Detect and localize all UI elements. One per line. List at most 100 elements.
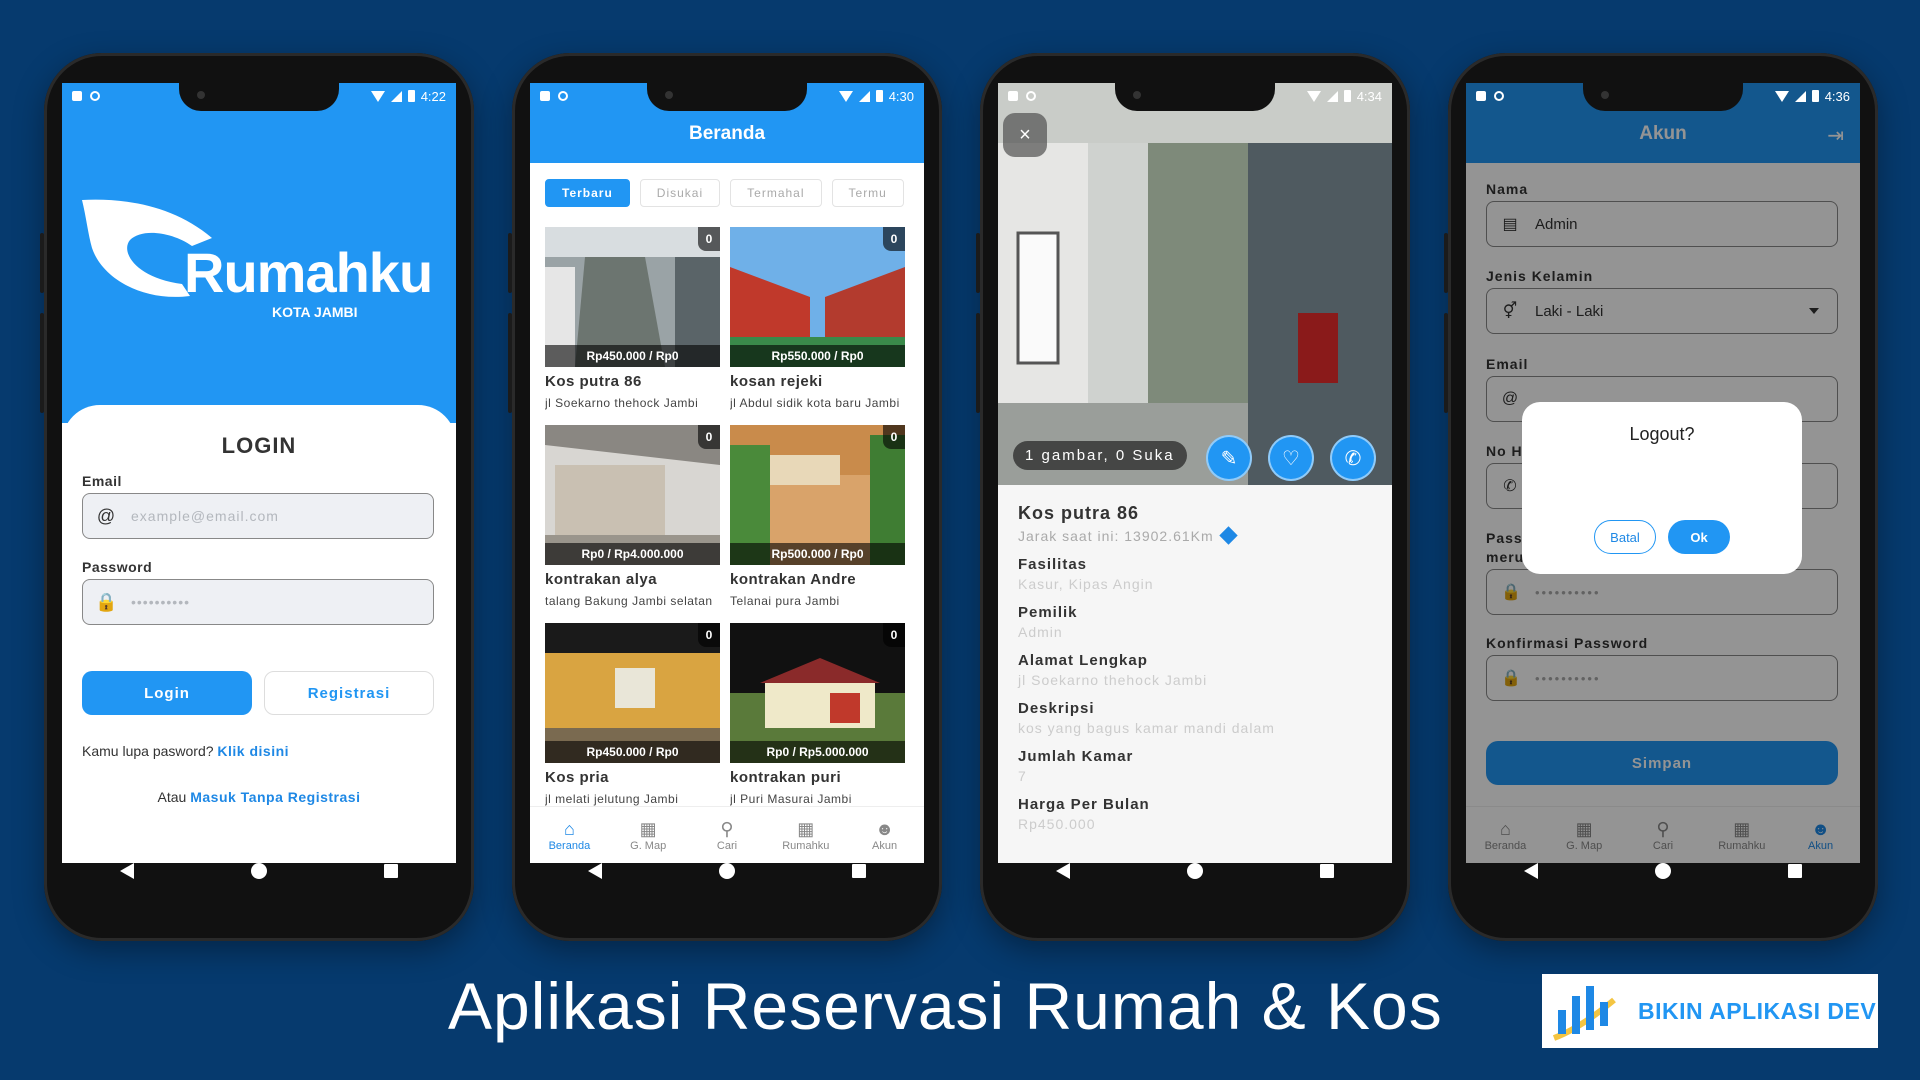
listing-address: jl Soekarno thehock Jambi <box>545 396 699 410</box>
sim-icon <box>1476 91 1486 101</box>
sync-icon <box>1494 91 1504 101</box>
password-label: Password <box>82 559 153 575</box>
like-button[interactable]: ♡ <box>1268 435 1314 481</box>
logout-dialog: Logout? Batal Ok <box>1522 402 1802 574</box>
harga-label: Harga Per Bulan <box>1018 796 1150 813</box>
alamat-value: jl Soekarno thehock Jambi <box>1018 672 1208 688</box>
forgot-prefix: Kamu lupa pasword? <box>82 743 214 759</box>
back-icon[interactable] <box>588 863 603 879</box>
building-icon: ▦ <box>797 819 815 839</box>
chip-termurah[interactable]: Termu <box>831 179 904 207</box>
listing-price: Rp450.000 / Rp0 <box>545 741 720 763</box>
battery-icon <box>1343 90 1351 102</box>
guest-login: Atau Masuk Tanpa Registrasi <box>62 789 456 805</box>
recents-icon[interactable] <box>851 864 866 878</box>
sim-icon <box>540 91 550 101</box>
listing-price: Rp550.000 / Rp0 <box>730 345 905 367</box>
close-button[interactable]: × <box>1003 113 1047 157</box>
account-icon: ☻ <box>875 819 895 839</box>
like-count: 0 <box>883 623 905 647</box>
phone-icon: ✆ <box>1344 447 1362 470</box>
listing-address: talang Bakung Jambi selatan <box>545 594 713 608</box>
camera-notch <box>1115 83 1275 111</box>
chip-terbaru[interactable]: Terbaru <box>545 179 630 207</box>
guest-login-link[interactable]: Masuk Tanpa Registrasi <box>190 789 360 805</box>
listing-address: jl melati jelutung Jambi <box>545 792 679 806</box>
guest-prefix: Atau <box>157 789 187 805</box>
like-count: 0 <box>698 425 720 449</box>
home-icon[interactable] <box>1186 863 1203 879</box>
listing-photo: Rp0 / Rp4.000.000 0 <box>545 425 720 565</box>
listing-card[interactable]: Rp550.000 / Rp0 0 kosan rejeki jl Abdul … <box>730 227 905 425</box>
chip-termahal[interactable]: Termahal <box>730 179 822 207</box>
listing-name: Kos pria <box>545 769 610 786</box>
status-time: 4:30 <box>888 88 914 104</box>
recents-icon[interactable] <box>1319 864 1334 878</box>
forgot-password: Kamu lupa pasword? Klik disini <box>82 743 289 759</box>
login-button[interactable]: Login <box>82 671 252 715</box>
listing-card[interactable]: Rp450.000 / Rp0 0 Kos pria jl melati jel… <box>545 623 720 821</box>
sim-icon <box>1008 91 1018 101</box>
listing-photo: Rp500.000 / Rp0 0 <box>730 425 905 565</box>
pemilik-value: Admin <box>1018 624 1063 640</box>
recents-icon[interactable] <box>383 864 398 878</box>
call-button[interactable]: ✆ <box>1330 435 1376 481</box>
battery-icon <box>875 90 883 102</box>
system-navbar <box>530 841 924 901</box>
sync-icon <box>90 91 100 101</box>
edit-button[interactable]: ✎ <box>1206 435 1252 481</box>
phone-beranda: 4:30 Beranda Terbaru Disukai Termahal Te… <box>508 53 942 941</box>
email-input[interactable]: @ example@email.com <box>82 493 434 539</box>
password-placeholder: •••••••••• <box>131 594 191 610</box>
sim-icon <box>72 91 82 101</box>
listing-name: kontrakan puri <box>730 769 842 786</box>
search-icon: ⚲ <box>720 819 734 839</box>
listing-card[interactable]: Rp500.000 / Rp0 0 kontrakan Andre Telana… <box>730 425 905 623</box>
beranda-screen: 4:30 Beranda Terbaru Disukai Termahal Te… <box>530 83 924 863</box>
listing-address: jl Abdul sidik kota baru Jambi <box>730 396 900 410</box>
listing-card[interactable]: Rp0 / Rp5.000.000 0 kontrakan puri jl Pu… <box>730 623 905 821</box>
distance-value: Jarak saat ini: 13902.61Km <box>1018 528 1214 544</box>
listing-card[interactable]: Rp0 / Rp4.000.000 0 kontrakan alya talan… <box>545 425 720 623</box>
listing-card[interactable]: Rp450.000 / Rp0 0 Kos putra 86 jl Soekar… <box>545 227 720 425</box>
system-navbar <box>1466 841 1860 901</box>
listing-price: Rp0 / Rp4.000.000 <box>545 543 720 565</box>
filter-chips: Terbaru Disukai Termahal Termu <box>545 179 904 207</box>
listing-price: Rp500.000 / Rp0 <box>730 543 905 565</box>
listing-address: Telanai pura Jambi <box>730 594 840 608</box>
property-photo[interactable]: 4:34 × 1 gambar, 0 Suka ✎ ♡ ✆ <box>998 83 1392 485</box>
home-icon[interactable] <box>1654 863 1671 879</box>
camera-notch <box>647 83 807 111</box>
cancel-button[interactable]: Batal <box>1594 520 1656 554</box>
wifi-icon <box>838 90 853 102</box>
back-icon[interactable] <box>1056 863 1071 879</box>
back-icon[interactable] <box>120 863 135 879</box>
page-title: Beranda <box>688 123 766 144</box>
home-icon[interactable] <box>250 863 267 879</box>
status-time: 4:36 <box>1824 88 1850 104</box>
email-label: Email <box>82 473 122 489</box>
jumlah-kamar-value: 7 <box>1018 768 1027 784</box>
lock-icon: 🔒 <box>95 591 118 612</box>
signal-icon <box>858 90 870 102</box>
camera-notch <box>179 83 339 111</box>
headline: Aplikasi Reservasi Rumah & Kos <box>448 969 1443 1043</box>
back-icon[interactable] <box>1524 863 1539 879</box>
home-icon[interactable] <box>718 863 735 879</box>
directions-icon[interactable] <box>1218 526 1238 545</box>
deskripsi-value: kos yang bagus kamar mandi dalam <box>1018 720 1275 736</box>
register-button[interactable]: Registrasi <box>264 671 434 715</box>
login-card: LOGIN Email @ example@email.com Password… <box>62 405 456 863</box>
password-input[interactable]: 🔒 •••••••••• <box>82 579 434 625</box>
phone-detail: 4:34 × 1 gambar, 0 Suka ✎ ♡ ✆ Kos putra … <box>976 53 1410 941</box>
ok-button[interactable]: Ok <box>1668 520 1730 554</box>
logo-text: Rumahku <box>184 241 433 304</box>
login-header: 4:22 Rumahku KOTA JAMBI <box>62 83 456 423</box>
listing-name: kosan rejeki <box>730 373 823 390</box>
forgot-link[interactable]: Klik disini <box>217 743 289 759</box>
recents-icon[interactable] <box>1787 864 1802 878</box>
chip-disukai[interactable]: Disukai <box>639 179 721 207</box>
akun-screen: 4:36 Akun ⇥ Nama ▤ Admin Jenis Kelamin ⚥ L… <box>1466 83 1860 863</box>
brand-logo: BIKIN APLIKASI DEV <box>1542 974 1878 1048</box>
battery-icon <box>1811 90 1819 102</box>
